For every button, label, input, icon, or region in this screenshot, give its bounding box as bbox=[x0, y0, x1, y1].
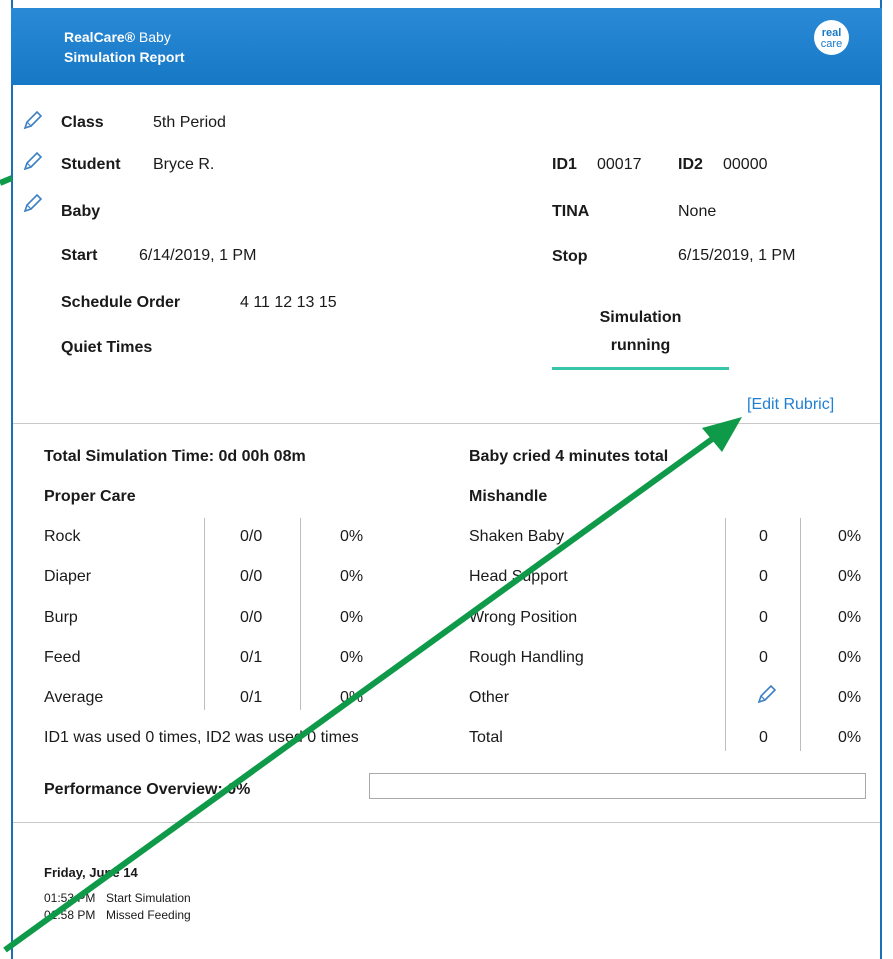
product-name: Baby bbox=[138, 29, 171, 45]
logo-text-real: real bbox=[821, 27, 842, 39]
schedule-order-value: 4 11 12 13 15 bbox=[240, 294, 337, 311]
class-value: 5th Period bbox=[153, 114, 226, 131]
proper-care-divider-1 bbox=[204, 518, 205, 710]
section-divider-bottom bbox=[13, 822, 880, 823]
proper-care-divider-2 bbox=[300, 518, 301, 710]
edit-student-pencil-icon[interactable] bbox=[21, 151, 43, 173]
proper-care-row-count: 0/1 bbox=[240, 649, 263, 666]
proper-care-title: Proper Care bbox=[44, 488, 136, 505]
id-usage-text: ID1 was used 0 times, ID2 was used 0 tim… bbox=[44, 729, 359, 746]
proper-care-row-count: 0/0 bbox=[240, 609, 263, 626]
simulation-status-line2: running bbox=[610, 337, 671, 354]
proper-care-row-label: Rock bbox=[44, 528, 81, 545]
window-border-right bbox=[880, 0, 882, 959]
total-simulation-time: Total Simulation Time: 0d 00h 08m bbox=[44, 448, 306, 465]
proper-care-row-label: Diaper bbox=[44, 568, 92, 585]
brand-name: RealCare® bbox=[64, 29, 136, 45]
mishandle-row-count: 0 bbox=[759, 568, 768, 585]
mishandle-row-pct: 0% bbox=[838, 729, 862, 746]
class-label: Class bbox=[61, 114, 104, 131]
report-window: RealCare® Baby Simulation Report real ca… bbox=[0, 0, 893, 959]
mishandle-row-count: 0 bbox=[759, 649, 768, 666]
id1-value: 00017 bbox=[597, 156, 642, 173]
simulation-status-underline bbox=[552, 367, 729, 370]
mishandle-row-pct: 0% bbox=[838, 689, 862, 706]
mishandle-row-label: Shaken Baby bbox=[469, 528, 565, 545]
mishandle-row-label: Wrong Position bbox=[469, 609, 578, 626]
mishandle-row-pct: 0% bbox=[838, 528, 862, 545]
proper-care-row-pct: 0% bbox=[340, 568, 364, 585]
log-entry-event: Start Simulation bbox=[106, 891, 191, 905]
log-entry-event: Missed Feeding bbox=[106, 908, 191, 922]
proper-care-row-count: 0/1 bbox=[240, 689, 263, 706]
mishandle-row-label: Total bbox=[469, 729, 503, 746]
mishandle-divider-2 bbox=[800, 518, 801, 751]
schedule-order-label: Schedule Order bbox=[61, 294, 181, 311]
student-value: Bryce R. bbox=[153, 156, 215, 173]
id2-value: 00000 bbox=[723, 156, 768, 173]
stop-label: Stop bbox=[552, 248, 588, 265]
annotation-overlay bbox=[0, 175, 742, 953]
student-label: Student bbox=[61, 156, 121, 173]
simulation-status-line1: Simulation bbox=[599, 309, 682, 326]
tina-value: None bbox=[678, 203, 717, 220]
mishandle-row-pct: 0% bbox=[838, 568, 862, 585]
start-label: Start bbox=[61, 247, 98, 264]
tina-label: TINA bbox=[552, 203, 590, 220]
mishandle-row-count: 0 bbox=[759, 609, 768, 626]
realcare-logo: real care bbox=[814, 20, 849, 55]
start-value: 6/14/2019, 1 PM bbox=[139, 247, 257, 264]
mishandle-row-pct: 0% bbox=[838, 609, 862, 626]
edit-baby-pencil-icon[interactable] bbox=[21, 193, 43, 215]
mishandle-row-label: Other bbox=[469, 689, 510, 706]
mishandle-row-count: 0 bbox=[759, 528, 768, 545]
baby-label: Baby bbox=[61, 203, 101, 220]
edit-class-pencil-icon[interactable] bbox=[21, 110, 43, 132]
stop-value: 6/15/2019, 1 PM bbox=[678, 247, 796, 264]
quiet-times-label: Quiet Times bbox=[61, 339, 153, 356]
window-border-left bbox=[11, 0, 13, 959]
mishandle-row-count: 0 bbox=[759, 729, 768, 746]
proper-care-row-label: Average bbox=[44, 689, 104, 706]
log-entry-time: 01:58 PM bbox=[44, 908, 96, 922]
mishandle-row-pct: 0% bbox=[838, 649, 862, 666]
logo-text-care: care bbox=[820, 38, 843, 50]
proper-care-row-pct: 0% bbox=[340, 649, 364, 666]
mishandle-divider-1 bbox=[725, 518, 726, 751]
edit-other-pencil-icon[interactable] bbox=[755, 684, 777, 706]
performance-progress-bar bbox=[369, 773, 866, 799]
proper-care-row-label: Burp bbox=[44, 609, 78, 626]
proper-care-row-label: Feed bbox=[44, 649, 81, 666]
proper-care-row-pct: 0% bbox=[340, 689, 364, 706]
mishandle-title: Mishandle bbox=[469, 488, 548, 505]
id1-label: ID1 bbox=[552, 156, 577, 173]
proper-care-row-count: 0/0 bbox=[240, 528, 263, 545]
log-entry-time: 01:53 PM bbox=[44, 891, 96, 905]
id2-label: ID2 bbox=[678, 156, 703, 173]
mishandle-row-label: Head Support bbox=[469, 568, 568, 585]
edit-rubric-link[interactable]: [Edit Rubric] bbox=[747, 396, 834, 414]
performance-overview-label: Performance Overview: 0% bbox=[44, 781, 251, 798]
mishandle-row-label: Rough Handling bbox=[469, 649, 584, 666]
report-title: RealCare® Baby Simulation Report bbox=[64, 27, 185, 67]
report-subtitle: Simulation Report bbox=[64, 49, 185, 65]
section-divider-top bbox=[13, 423, 880, 424]
proper-care-row-pct: 0% bbox=[340, 528, 364, 545]
report-header: RealCare® Baby Simulation Report real ca… bbox=[11, 8, 882, 85]
proper-care-row-pct: 0% bbox=[340, 609, 364, 626]
baby-cried-total: Baby cried 4 minutes total bbox=[469, 448, 669, 465]
proper-care-row-count: 0/0 bbox=[240, 568, 263, 585]
log-date: Friday, June 14 bbox=[44, 865, 138, 880]
